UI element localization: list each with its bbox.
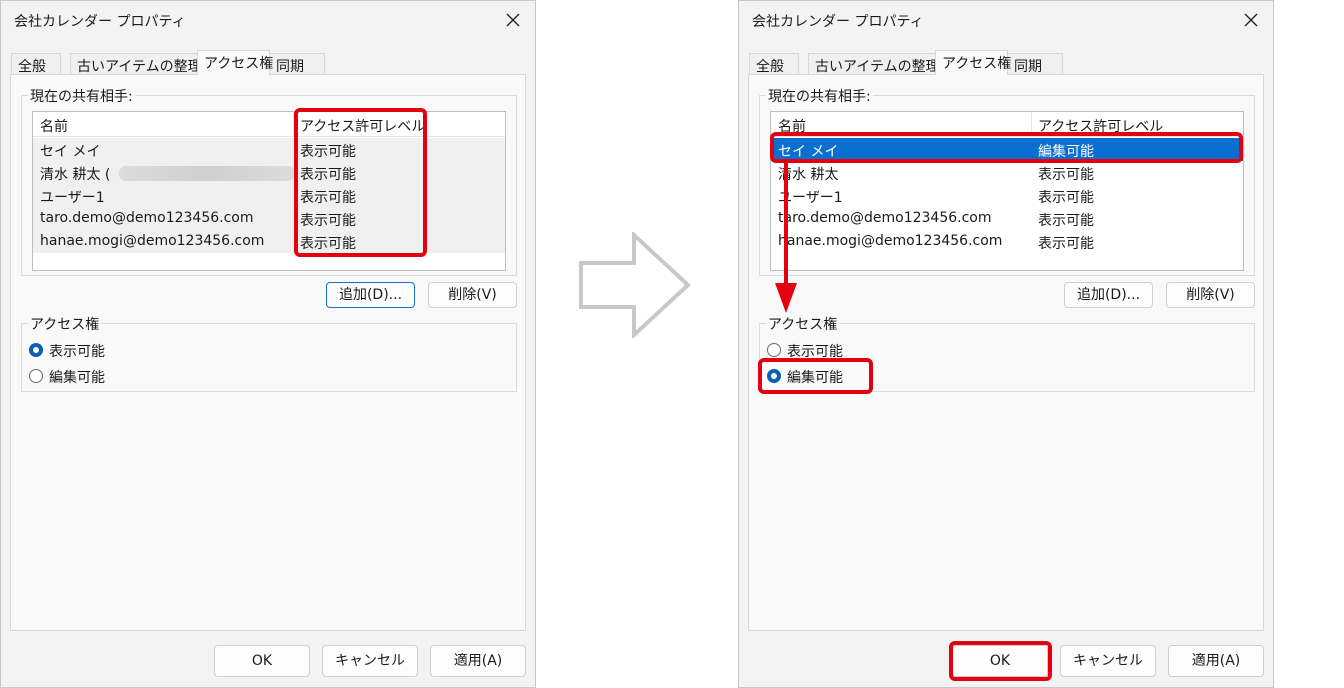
permission-group-label: アクセス権 xyxy=(28,314,102,334)
dialog-title: 会社カレンダー プロパティ xyxy=(14,14,186,30)
title-bar: 会社カレンダー プロパティ xyxy=(1,1,535,39)
access-level: 表示可能 xyxy=(1038,167,1094,183)
tab-general[interactable]: 全般 xyxy=(749,53,799,75)
properties-dialog-after: 会社カレンダー プロパティ 全般 古いアイテムの整理 アクセス権 同期 現在の共… xyxy=(738,0,1274,688)
ok-button[interactable]: OK xyxy=(952,645,1048,677)
list-header: 名前 アクセス許可レベル xyxy=(33,112,505,137)
radio-label: 表示可能 xyxy=(787,344,843,360)
tab-panel: 現在の共有相手: 名前 アクセス許可レベル セイ メイ 編集可能 清水 耕太 表… xyxy=(748,74,1264,631)
tab-sync[interactable]: 同期 xyxy=(269,53,325,75)
radio-button[interactable] xyxy=(767,343,781,357)
shared-with-group: 現在の共有相手: 名前 アクセス許可レベル セイ メイ 表示可能 清水 耕太 (… xyxy=(21,86,517,276)
user-name: 清水 耕太 ( xyxy=(40,167,111,183)
tab-general[interactable]: 全般 xyxy=(11,53,61,75)
user-name: セイ メイ xyxy=(40,144,101,160)
remove-button[interactable]: 削除(V) xyxy=(1166,282,1255,308)
user-name: セイ メイ xyxy=(778,144,839,160)
radio-button[interactable] xyxy=(29,369,43,383)
user-name: taro.demo@demo123456.com xyxy=(40,210,254,226)
list-item[interactable]: hanae.mogi@demo123456.com 表示可能 xyxy=(771,230,1243,253)
add-button[interactable]: 追加(D)... xyxy=(326,282,415,308)
user-name: hanae.mogi@demo123456.com xyxy=(778,233,1003,249)
apply-button[interactable]: 適用(A) xyxy=(430,645,526,677)
column-divider[interactable] xyxy=(293,112,294,136)
access-level: 表示可能 xyxy=(1038,190,1094,206)
list-item[interactable]: 清水 耕太 ( 表示可能 xyxy=(33,161,505,184)
access-level: 表示可能 xyxy=(300,190,356,206)
user-name: taro.demo@demo123456.com xyxy=(778,210,992,226)
right-arrow-icon xyxy=(579,232,691,338)
radio-button-checked[interactable] xyxy=(29,343,43,357)
tab-permissions[interactable]: アクセス権 xyxy=(197,50,273,75)
user-name: hanae.mogi@demo123456.com xyxy=(40,233,265,249)
redacted-email xyxy=(119,166,295,181)
list-item[interactable]: ユーザー1 表示可能 xyxy=(771,184,1243,207)
title-bar: 会社カレンダー プロパティ xyxy=(739,1,1273,39)
column-header-name[interactable]: 名前 xyxy=(40,116,68,136)
radio-label: 表示可能 xyxy=(49,344,105,360)
add-button[interactable]: 追加(D)... xyxy=(1064,282,1153,308)
down-arrow-icon xyxy=(775,161,797,313)
list-item[interactable]: taro.demo@demo123456.com 表示可能 xyxy=(33,207,505,230)
access-level: 編集可能 xyxy=(1038,144,1094,160)
access-level: 表示可能 xyxy=(1038,213,1094,229)
access-level: 表示可能 xyxy=(300,167,356,183)
tab-sync[interactable]: 同期 xyxy=(1007,53,1063,75)
close-icon[interactable] xyxy=(1239,8,1263,32)
tab-permissions[interactable]: アクセス権 xyxy=(935,50,1011,75)
tab-panel: 現在の共有相手: 名前 アクセス許可レベル セイ メイ 表示可能 清水 耕太 (… xyxy=(10,74,526,631)
column-header-level[interactable]: アクセス許可レベル xyxy=(300,116,425,136)
shared-with-label: 現在の共有相手: xyxy=(28,86,135,106)
column-divider[interactable] xyxy=(1031,112,1032,136)
tab-auto-archive[interactable]: 古いアイテムの整理 xyxy=(70,53,202,75)
list-item[interactable]: ユーザー1 表示可能 xyxy=(33,184,505,207)
permission-group: アクセス権 表示可能 編集可能 xyxy=(21,314,517,392)
tab-auto-archive[interactable]: 古いアイテムの整理 xyxy=(808,53,940,75)
radio-label: 編集可能 xyxy=(787,370,843,386)
permission-group-label: アクセス権 xyxy=(766,314,840,334)
list-header: 名前 アクセス許可レベル xyxy=(771,112,1243,137)
shared-users-list[interactable]: 名前 アクセス許可レベル セイ メイ 編集可能 清水 耕太 表示可能 ユーザー1… xyxy=(770,111,1244,271)
user-name: ユーザー1 xyxy=(40,190,105,206)
list-item[interactable]: hanae.mogi@demo123456.com 表示可能 xyxy=(33,230,505,253)
list-item[interactable]: 清水 耕太 表示可能 xyxy=(771,161,1243,184)
ok-button[interactable]: OK xyxy=(214,645,310,677)
list-item[interactable]: セイ メイ 表示可能 xyxy=(33,138,505,161)
radio-label: 編集可能 xyxy=(49,370,105,386)
access-level: 表示可能 xyxy=(300,236,356,252)
shared-with-label: 現在の共有相手: xyxy=(766,86,873,106)
list-item-selected[interactable]: セイ メイ 編集可能 xyxy=(771,138,1243,161)
column-header-level[interactable]: アクセス許可レベル xyxy=(1038,116,1163,136)
radio-button-checked[interactable] xyxy=(767,369,781,383)
cancel-button[interactable]: キャンセル xyxy=(322,645,418,677)
apply-button[interactable]: 適用(A) xyxy=(1168,645,1264,677)
dialog-title: 会社カレンダー プロパティ xyxy=(752,14,924,30)
access-level: 表示可能 xyxy=(300,144,356,160)
properties-dialog-before: 会社カレンダー プロパティ 全般 古いアイテムの整理 アクセス権 同期 現在の共… xyxy=(0,0,536,688)
column-header-name[interactable]: 名前 xyxy=(778,116,806,136)
access-level: 表示可能 xyxy=(300,213,356,229)
shared-with-group: 現在の共有相手: 名前 アクセス許可レベル セイ メイ 編集可能 清水 耕太 表… xyxy=(759,86,1255,276)
shared-users-list[interactable]: 名前 アクセス許可レベル セイ メイ 表示可能 清水 耕太 ( 表示可能 ユーザ… xyxy=(32,111,506,271)
access-level: 表示可能 xyxy=(1038,236,1094,252)
list-item[interactable]: taro.demo@demo123456.com 表示可能 xyxy=(771,207,1243,230)
close-icon[interactable] xyxy=(501,8,525,32)
permission-group: アクセス権 表示可能 編集可能 xyxy=(759,314,1255,392)
cancel-button[interactable]: キャンセル xyxy=(1060,645,1156,677)
remove-button[interactable]: 削除(V) xyxy=(428,282,517,308)
